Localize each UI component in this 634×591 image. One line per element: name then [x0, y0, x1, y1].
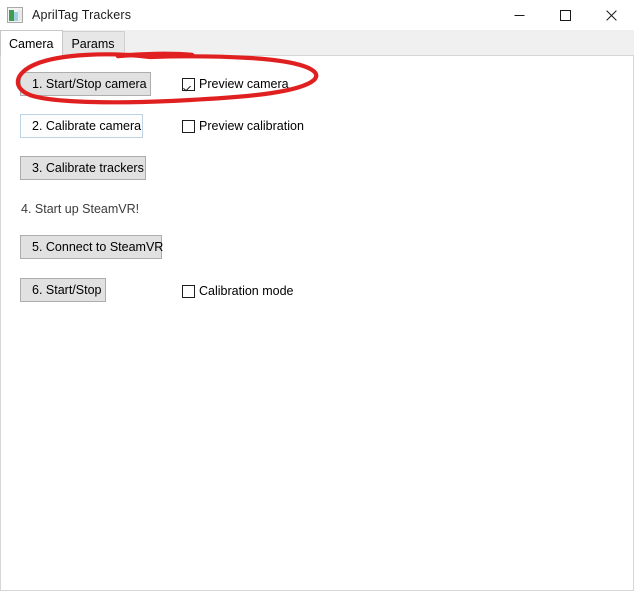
calibrate-trackers-button[interactable]: 3. Calibrate trackers	[20, 156, 146, 180]
calibration-mode-checkbox-row[interactable]: Calibration mode	[182, 282, 294, 300]
camera-tab-panel: 1. Start/Stop camera 2. Calibrate camera…	[0, 56, 634, 591]
start-stop-camera-button[interactable]: 1. Start/Stop camera	[20, 72, 151, 96]
calibration-mode-checkbox[interactable]	[182, 284, 195, 298]
window-titlebar: AprilTag Trackers	[0, 0, 634, 30]
preview-calibration-checkbox[interactable]	[182, 119, 195, 133]
minimize-icon[interactable]	[496, 0, 542, 30]
app-window: AprilTag Trackers Camera Params 1. Start…	[0, 0, 634, 591]
calibration-mode-label: Calibration mode	[199, 284, 294, 298]
tab-camera[interactable]: Camera	[0, 30, 64, 56]
preview-camera-label: Preview camera	[199, 77, 289, 91]
preview-camera-checkbox-row[interactable]: Preview camera	[182, 75, 289, 93]
start-stop-button[interactable]: 6. Start/Stop	[20, 278, 106, 302]
preview-calibration-checkbox-row[interactable]: Preview calibration	[182, 117, 304, 135]
window-title: AprilTag Trackers	[32, 8, 132, 22]
tab-params-label: Params	[71, 37, 115, 51]
app-icon-block-gray	[18, 10, 22, 21]
start-up-steamvr-label: 4. Start up SteamVR!	[21, 202, 140, 216]
app-window-icon	[7, 7, 23, 23]
connect-to-steamvr-button[interactable]: 5. Connect to SteamVR	[20, 235, 163, 259]
preview-calibration-label: Preview calibration	[199, 119, 304, 133]
close-icon[interactable]	[588, 0, 634, 30]
tab-camera-label: Camera	[9, 36, 54, 51]
tab-bar: Camera Params	[0, 30, 634, 56]
preview-camera-checkbox[interactable]	[182, 77, 195, 91]
tab-params[interactable]: Params	[62, 31, 125, 56]
calibrate-camera-button[interactable]: 2. Calibrate camera	[20, 114, 143, 138]
maximize-icon[interactable]	[542, 0, 588, 30]
window-controls	[496, 0, 634, 30]
